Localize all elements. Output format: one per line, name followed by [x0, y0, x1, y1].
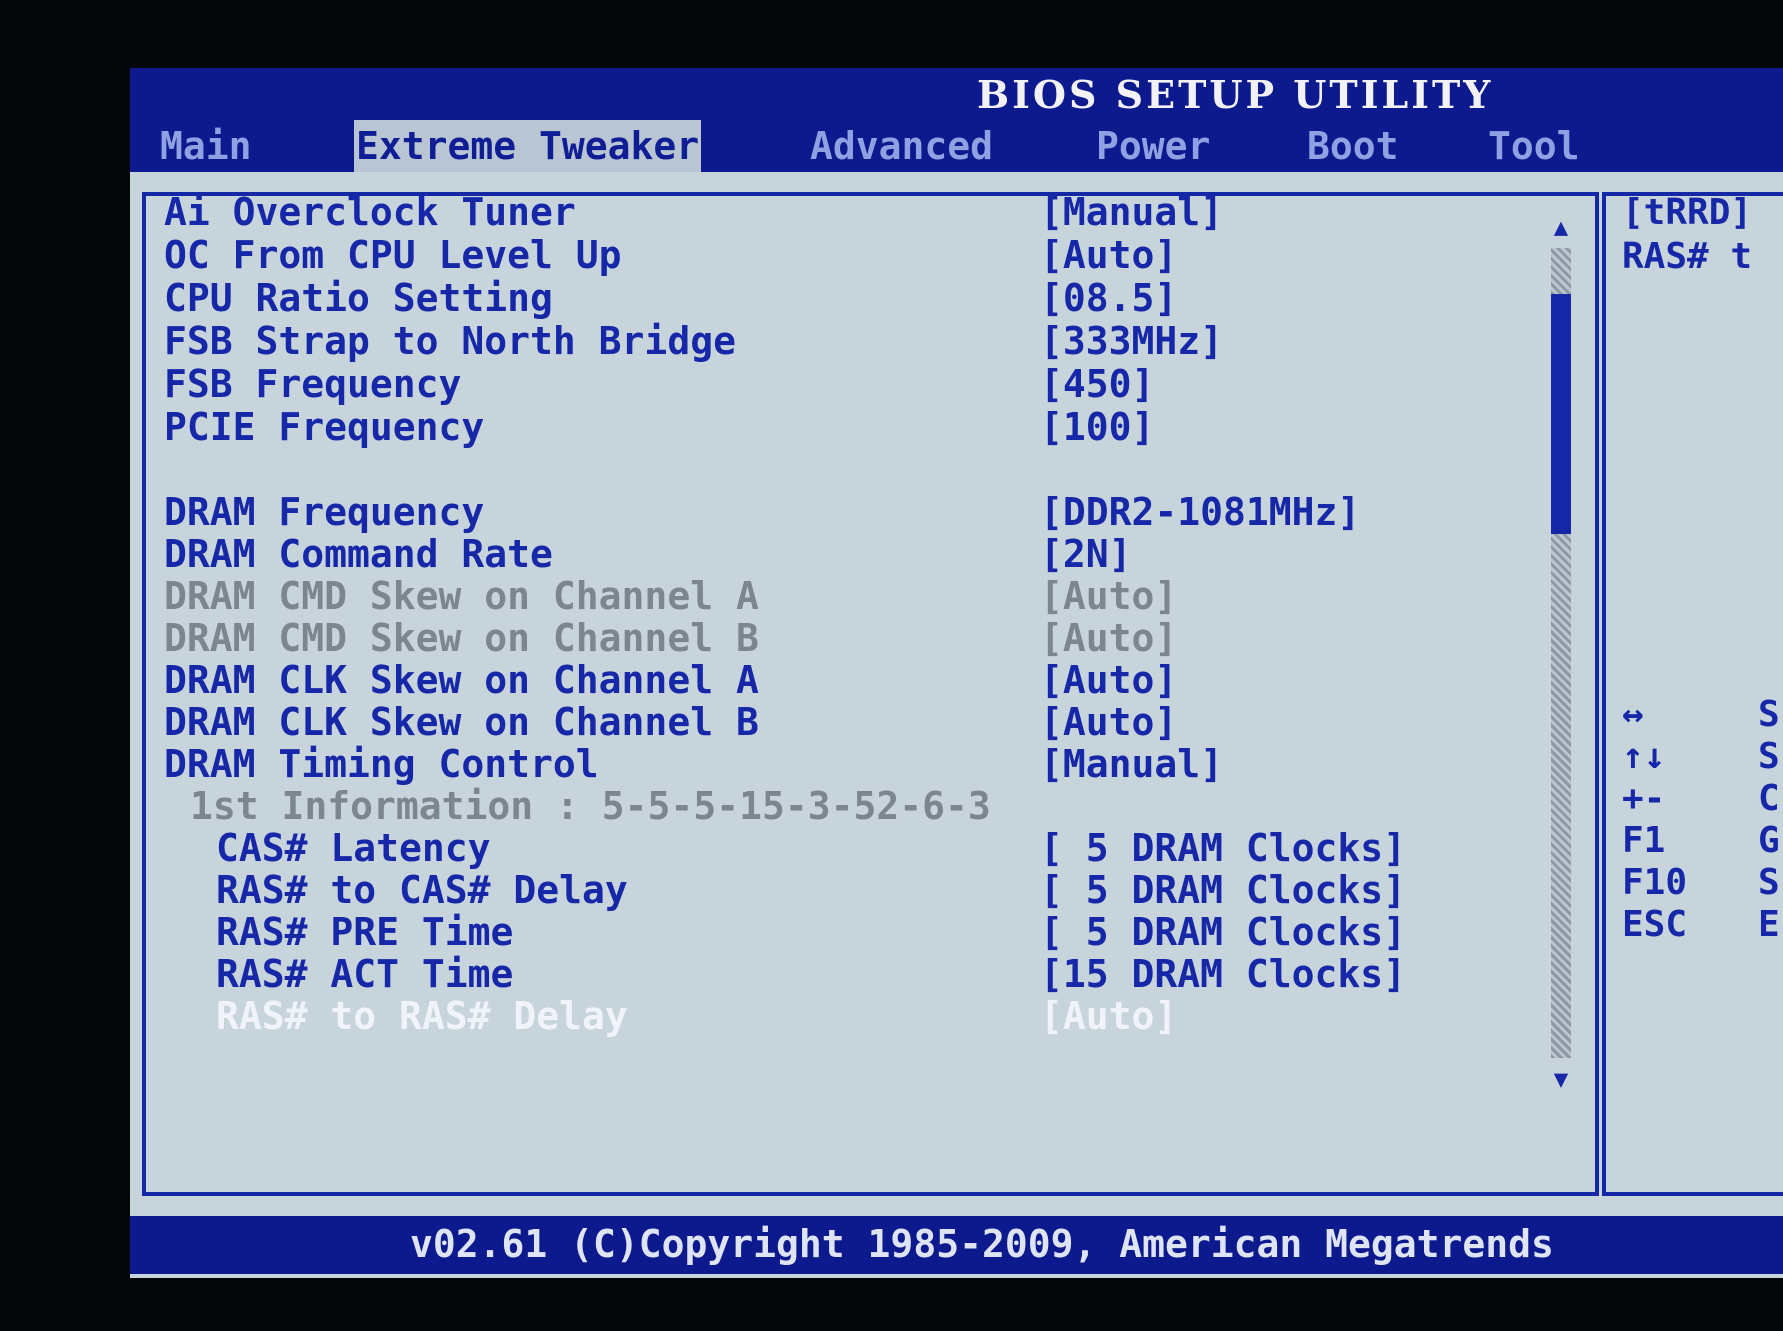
setting-label: RAS# ACT Time — [216, 952, 514, 996]
key-plus-minus: +- — [1622, 778, 1666, 819]
setting-value[interactable]: [Auto] — [1040, 658, 1177, 702]
scroll-down-arrow-icon[interactable]: ▼ — [1548, 1066, 1574, 1092]
tab-advanced[interactable]: Advanced — [810, 120, 993, 172]
setting-value[interactable]: [Auto] — [1040, 994, 1177, 1038]
setting-label: DRAM Timing Control — [164, 742, 599, 786]
key-f10-desc: S — [1758, 862, 1780, 903]
setting-label: CAS# Latency — [216, 826, 491, 870]
setting-value[interactable]: [Manual] — [1040, 190, 1223, 234]
setting-label: DRAM Frequency — [164, 490, 485, 534]
setting-label: DRAM CMD Skew on Channel B — [164, 616, 759, 660]
tab-main[interactable]: Main — [160, 120, 252, 172]
key-f1: F1 — [1622, 820, 1666, 861]
setting-label: DRAM Command Rate — [164, 532, 553, 576]
setting-value: [Auto] — [1040, 574, 1178, 618]
key-left-right: ↔ — [1622, 694, 1644, 735]
scroll-thumb[interactable] — [1551, 294, 1571, 534]
help-text-line-1: [tRRD] — [1622, 192, 1753, 233]
key-f10: F10 — [1622, 862, 1688, 903]
setting-value[interactable]: [333MHz] — [1040, 319, 1223, 363]
setting-value[interactable]: [ 5 DRAM Clocks] — [1040, 868, 1406, 912]
timing-info-label: 1st Information : 5-5-5-15-3-52-6-3 — [190, 784, 991, 828]
title-bar: BIOS SETUP UTILITY — [130, 68, 1783, 120]
scrollbar[interactable]: ▲ ▼ — [1548, 214, 1574, 1094]
setting-label: RAS# to RAS# Delay — [216, 994, 628, 1038]
tab-boot[interactable]: Boot — [1307, 120, 1399, 172]
tab-tool[interactable]: Tool — [1488, 120, 1580, 172]
setting-label: PCIE Frequency — [164, 405, 485, 449]
bios-screen: BIOS SETUP UTILITY Main Extreme Tweaker … — [130, 68, 1783, 1278]
setting-label: OC From CPU Level Up — [164, 233, 622, 277]
setting-label: Ai Overclock Tuner — [164, 190, 576, 234]
key-esc: ESC — [1622, 904, 1688, 945]
tab-bar: Main Extreme Tweaker Advanced Power Boot… — [130, 120, 1783, 172]
setting-value[interactable]: [ 5 DRAM Clocks] — [1040, 826, 1406, 870]
key-up-down: ↑↓ — [1622, 736, 1666, 777]
tab-extreme-tweaker[interactable]: Extreme Tweaker — [354, 120, 702, 172]
setting-label: FSB Frequency — [164, 362, 462, 406]
setting-value[interactable]: [08.5] — [1040, 276, 1177, 320]
bios-title: BIOS SETUP UTILITY — [977, 72, 1494, 117]
setting-value[interactable]: [Auto] — [1040, 233, 1177, 277]
key-f1-desc: G — [1758, 820, 1780, 861]
setting-label: RAS# to CAS# Delay — [216, 868, 628, 912]
setting-value[interactable]: [15 DRAM Clocks] — [1040, 952, 1406, 996]
setting-value[interactable]: [Auto] — [1040, 700, 1177, 744]
setting-value[interactable]: [DDR2-1081MHz] — [1040, 490, 1360, 534]
setting-value[interactable]: [450] — [1040, 362, 1154, 406]
setting-label: DRAM CMD Skew on Channel A — [164, 574, 759, 618]
key-esc-desc: E — [1758, 904, 1780, 945]
tab-power[interactable]: Power — [1096, 120, 1210, 172]
setting-label: DRAM CLK Skew on Channel B — [164, 700, 759, 744]
key-left-right-desc: S — [1758, 694, 1780, 735]
setting-label: DRAM CLK Skew on Channel A — [164, 658, 759, 702]
setting-value[interactable]: [2N] — [1040, 532, 1132, 576]
scroll-up-arrow-icon[interactable]: ▲ — [1548, 214, 1574, 240]
footer-bar: v02.61 (C)Copyright 1985-2009, American … — [130, 1216, 1783, 1274]
setting-label: FSB Strap to North Bridge — [164, 319, 736, 363]
setting-label: CPU Ratio Setting — [164, 276, 553, 320]
copyright-text: v02.61 (C)Copyright 1985-2009, American … — [410, 1222, 1554, 1266]
help-text-line-2: RAS# t — [1622, 236, 1753, 277]
setting-label: RAS# PRE Time — [216, 910, 514, 954]
setting-value[interactable]: [100] — [1040, 405, 1154, 449]
key-plus-minus-desc: C — [1758, 778, 1780, 819]
setting-value[interactable]: [ 5 DRAM Clocks] — [1040, 910, 1406, 954]
key-up-down-desc: S — [1758, 736, 1780, 777]
setting-value[interactable]: [Manual] — [1040, 742, 1223, 786]
setting-value: [Auto] — [1040, 616, 1178, 660]
